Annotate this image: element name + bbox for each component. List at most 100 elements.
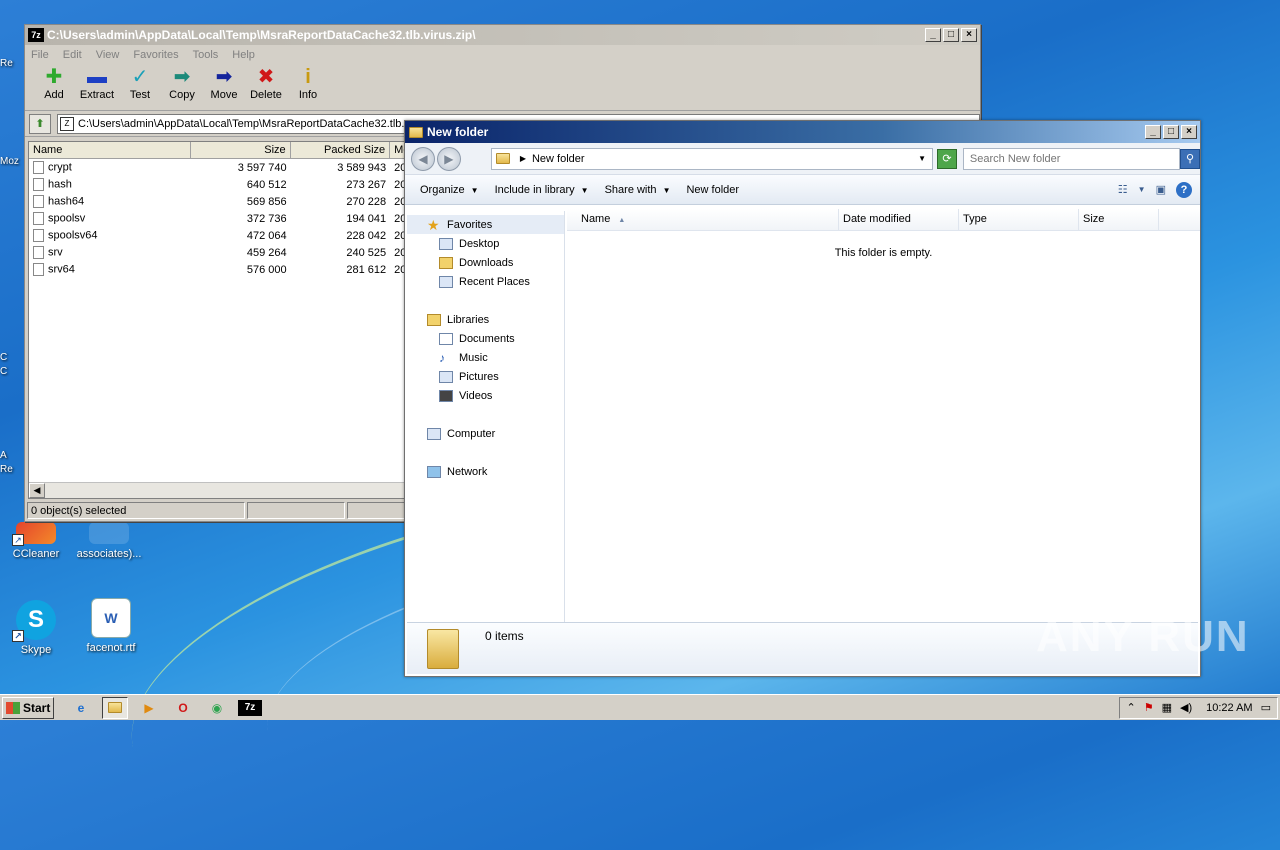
file-size: 459 264 — [246, 246, 287, 259]
horizontal-scrollbar[interactable]: ◀ — [29, 482, 427, 498]
minimize-button[interactable]: _ — [1145, 125, 1161, 139]
info-button[interactable]: i Info — [287, 65, 329, 101]
new-folder-button[interactable]: New folder — [679, 181, 746, 199]
table-row[interactable]: crypt 3 597 740 3 589 943 20 — [29, 159, 427, 176]
desktop-icon-associates[interactable]: associates)... — [74, 522, 144, 560]
copy-icon: ➡ — [173, 66, 191, 88]
test-button[interactable]: ✓ Test — [119, 65, 161, 101]
search-icon[interactable]: ⚲ — [1180, 148, 1200, 169]
maximize-button[interactable]: □ — [943, 28, 959, 42]
column-size[interactable]: Size — [1079, 209, 1159, 230]
nav-item-documents[interactable]: Documents — [407, 329, 564, 348]
file-name: crypt — [48, 161, 72, 174]
show-hidden-icons-icon[interactable]: ⌃ — [1126, 701, 1135, 714]
table-row[interactable]: srv 459 264 240 525 20 — [29, 244, 427, 261]
table-row[interactable]: hash 640 512 273 267 20 — [29, 176, 427, 193]
chevron-down-icon[interactable]: ▼ — [1138, 185, 1146, 194]
volume-icon[interactable]: ◀) — [1180, 701, 1192, 714]
back-arrow-icon[interactable]: ◀ — [411, 146, 435, 171]
forward-arrow-icon[interactable]: ▶ — [436, 146, 461, 171]
share-with-button[interactable]: Share with ▼ — [598, 181, 678, 199]
up-folder-button[interactable]: ⬆ — [29, 113, 51, 134]
nav-item-network[interactable]: Network — [407, 462, 564, 481]
column-name[interactable]: Name — [29, 142, 192, 159]
preview-pane-icon[interactable]: ▣ — [1156, 183, 1166, 196]
desktop-icon-label-partial[interactable]: Moz — [0, 156, 26, 167]
action-center-icon[interactable]: ⚑ — [1144, 701, 1154, 714]
include-in-library-button[interactable]: Include in library ▼ — [488, 181, 596, 199]
table-row[interactable]: spoolsv 372 736 194 041 20 — [29, 210, 427, 227]
share-label: Share with — [604, 183, 657, 196]
desktop-icon-label-partial[interactable]: Re — [0, 58, 26, 69]
nav-item-videos[interactable]: Videos — [407, 386, 564, 405]
help-icon[interactable]: ? — [1176, 181, 1192, 198]
network-icon — [427, 465, 441, 478]
extract-button[interactable]: ▬ Extract — [75, 65, 119, 101]
add-button[interactable]: ✚ Add — [33, 65, 75, 101]
clock[interactable]: 10:22 AM — [1206, 702, 1252, 714]
refresh-icon[interactable]: ⟳ — [937, 148, 957, 169]
nav-item-libraries[interactable]: Libraries — [407, 310, 564, 329]
nav-item-downloads[interactable]: Downloads — [407, 253, 564, 272]
table-row[interactable]: srv64 576 000 281 612 20 — [29, 261, 427, 278]
nav-item-music[interactable]: ♪ Music — [407, 348, 564, 367]
breadcrumb-item[interactable]: New folder — [532, 153, 585, 165]
windows-explorer-icon[interactable] — [102, 696, 128, 719]
close-button[interactable]: × — [961, 28, 977, 42]
menu-help[interactable]: Help — [232, 49, 255, 61]
search-input[interactable] — [962, 147, 1181, 170]
table-row[interactable]: hash64 569 856 270 228 20 — [29, 193, 427, 210]
copy-label: Copy — [169, 89, 195, 101]
7zip-taskbar-icon[interactable]: 7z — [238, 699, 262, 716]
column-date-modified[interactable]: Date modified — [839, 209, 959, 230]
scroll-left-icon[interactable]: ◀ — [29, 483, 45, 498]
view-options-icon[interactable]: ☷ — [1118, 183, 1128, 196]
desktop-icon-label-partial[interactable]: A — [0, 450, 26, 461]
delete-button[interactable]: ✖ Delete — [245, 65, 287, 101]
internet-explorer-icon[interactable]: e — [68, 697, 94, 719]
nav-item-recent-places[interactable]: Recent Places — [407, 272, 564, 291]
copy-button[interactable]: ➡ Copy — [161, 65, 203, 101]
desktop-icon-label-partial[interactable]: C — [0, 352, 26, 363]
minimize-button[interactable]: _ — [925, 28, 941, 42]
nav-item-desktop[interactable]: Desktop — [407, 234, 564, 253]
table-row[interactable]: spoolsv64 472 064 228 042 20 — [29, 227, 427, 244]
7zip-titlebar[interactable]: 7z C:\Users\admin\AppData\Local\Temp\Msr… — [25, 25, 980, 45]
desktop-icon-label-partial[interactable]: Re — [0, 464, 26, 475]
file-list-pane[interactable]: Name ▲ Date modified Type Size This folde… — [567, 209, 1200, 625]
maximize-button[interactable]: □ — [1163, 125, 1179, 139]
desktop-icon-ccleaner[interactable]: ↗ CCleaner — [1, 522, 71, 560]
breadcrumb[interactable]: ▶ New folder ▼ — [490, 147, 933, 170]
7zip-file-list[interactable]: Name Size Packed Size Mo crypt 3 597 740 3… — [28, 141, 428, 499]
column-size[interactable]: Size — [191, 142, 291, 159]
media-player-icon[interactable]: ▶ — [136, 697, 162, 719]
close-button[interactable]: × — [1181, 125, 1197, 139]
chrome-icon[interactable]: ◉ — [204, 697, 230, 719]
menu-edit[interactable]: Edit — [63, 49, 82, 61]
nav-label: Desktop — [459, 237, 500, 250]
menu-favorites[interactable]: Favorites — [133, 49, 178, 61]
file-icon — [33, 229, 44, 242]
start-button[interactable]: Start — [2, 696, 54, 719]
menu-tools[interactable]: Tools — [193, 49, 219, 61]
explorer-titlebar[interactable]: New folder _ □ × — [405, 121, 1200, 143]
menu-view[interactable]: View — [96, 49, 120, 61]
column-type[interactable]: Type — [959, 209, 1079, 230]
nav-item-favorites[interactable]: ★ Favorites — [407, 215, 564, 234]
move-button[interactable]: ➡ Move — [203, 65, 245, 101]
nav-item-computer[interactable]: Computer — [407, 424, 564, 443]
show-desktop-icon[interactable]: ▭ — [1261, 701, 1271, 714]
status-panel — [347, 502, 407, 519]
desktop-icon-skype[interactable]: S ↗ Skype — [1, 600, 71, 656]
desktop-icon-facenot[interactable]: W facenot.rtf — [76, 598, 146, 654]
chevron-down-icon[interactable]: ▼ — [918, 154, 926, 163]
opera-icon[interactable]: O — [170, 697, 196, 719]
menu-file[interactable]: File — [31, 49, 49, 61]
nav-item-pictures[interactable]: Pictures — [407, 367, 564, 386]
desktop-icon-label-partial[interactable]: C — [0, 366, 26, 377]
network-status-icon[interactable]: ▦ — [1162, 701, 1172, 714]
column-packed-size[interactable]: Packed Size — [291, 142, 391, 159]
organize-button[interactable]: Organize ▼ — [413, 181, 486, 199]
column-name[interactable]: Name ▲ — [567, 209, 839, 230]
file-packed-size: 194 041 — [346, 212, 387, 225]
